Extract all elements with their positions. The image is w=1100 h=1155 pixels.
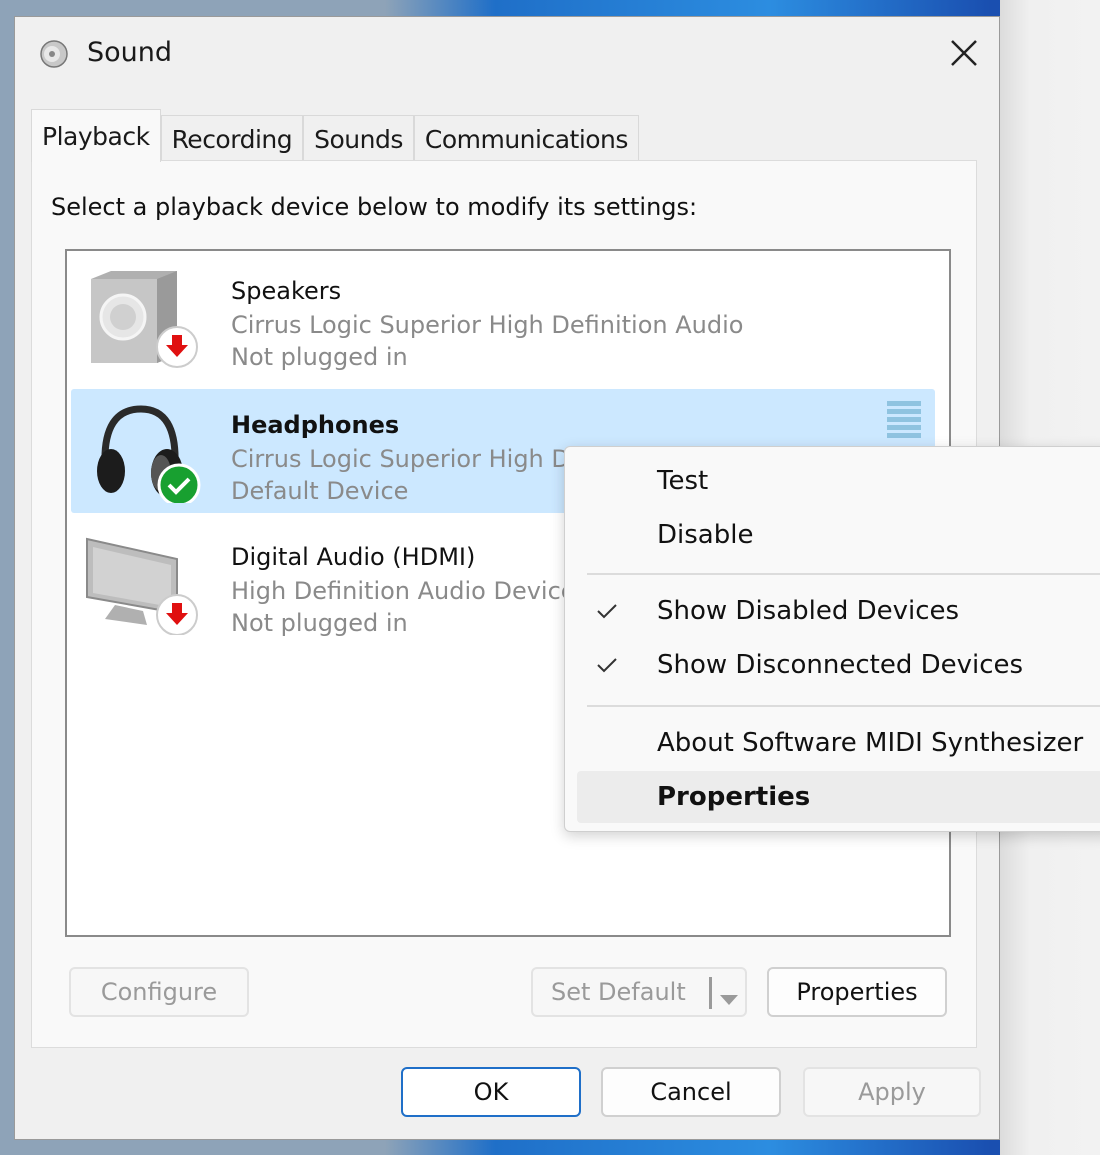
close-icon: [951, 40, 977, 66]
menu-item-disable[interactable]: Disable: [577, 509, 1100, 561]
menu-item-show-disconnected[interactable]: Show Disconnected Devices: [577, 639, 1100, 691]
apply-button[interactable]: Apply: [803, 1067, 981, 1117]
speaker-icon: [39, 39, 69, 69]
headphones-icon: [85, 403, 203, 507]
menu-item-label: Disable: [657, 520, 754, 550]
device-driver: High Definition Audio Device: [231, 577, 576, 605]
volume-level-meter: [887, 401, 921, 441]
default-check-icon: [157, 463, 201, 507]
device-item-speakers[interactable]: Speakers Cirrus Logic Superior High Defi…: [71, 255, 935, 379]
window-title: Sound: [87, 37, 173, 68]
unplugged-arrow-icon: [156, 594, 198, 636]
menu-item-properties[interactable]: Properties: [577, 771, 1100, 823]
checkmark-icon: [597, 604, 617, 619]
context-menu: Test Disable Show Disabled Devices Show …: [564, 446, 1100, 832]
menu-item-label: About Software MIDI Synthesizer: [657, 728, 1084, 758]
tab-recording[interactable]: Recording: [160, 115, 304, 162]
set-default-button[interactable]: Set Default: [531, 967, 747, 1017]
set-default-label: Set Default: [551, 978, 686, 1006]
monitor-icon: [85, 535, 203, 636]
checkmark-icon: [597, 658, 617, 673]
unplugged-arrow-icon: [156, 326, 198, 368]
properties-button[interactable]: Properties: [767, 967, 947, 1017]
menu-item-label: Properties: [657, 782, 811, 812]
configure-button[interactable]: Configure: [69, 967, 249, 1017]
device-name: Speakers: [231, 277, 342, 305]
tab-communications[interactable]: Communications: [413, 115, 639, 162]
menu-item-label: Test: [657, 466, 709, 496]
instruction-text: Select a playback device below to modify…: [51, 193, 698, 221]
menu-item-test[interactable]: Test: [577, 455, 1100, 507]
menu-separator: [587, 705, 1100, 707]
title-bar: Sound: [15, 17, 999, 95]
tab-bar: Playback Recording Sounds Communications: [31, 109, 639, 162]
close-button[interactable]: [939, 31, 989, 75]
cancel-button[interactable]: Cancel: [601, 1067, 781, 1117]
tab-sounds[interactable]: Sounds: [303, 115, 414, 162]
menu-item-label: Show Disabled Devices: [657, 596, 960, 626]
device-status: Default Device: [231, 477, 409, 505]
device-status: Not plugged in: [231, 609, 408, 637]
split-divider: [709, 977, 712, 1009]
menu-item-about-midi[interactable]: About Software MIDI Synthesizer: [577, 717, 1100, 769]
tab-playback[interactable]: Playback: [31, 109, 161, 162]
device-status: Not plugged in: [231, 343, 408, 371]
speaker-icon: [85, 269, 203, 369]
menu-item-show-disabled[interactable]: Show Disabled Devices: [577, 585, 1100, 637]
ok-button[interactable]: OK: [401, 1067, 581, 1117]
menu-separator: [587, 573, 1100, 575]
device-name: Digital Audio (HDMI): [231, 543, 476, 571]
device-name: Headphones: [231, 411, 400, 439]
device-driver: Cirrus Logic Superior High Definition Au…: [231, 311, 744, 339]
chevron-down-icon[interactable]: [719, 985, 739, 1013]
menu-item-label: Show Disconnected Devices: [657, 650, 1024, 680]
